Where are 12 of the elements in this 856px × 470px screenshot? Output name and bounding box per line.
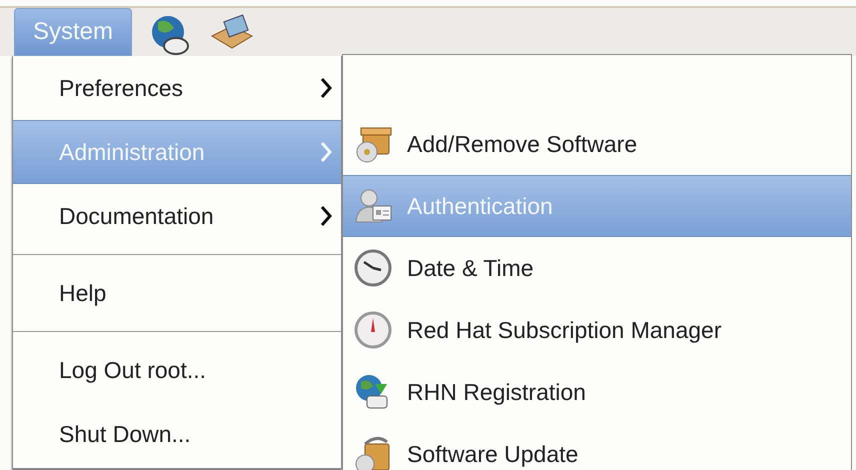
menu-item[interactable]: Documentation xyxy=(13,184,341,248)
submenu-item[interactable]: Date & Time xyxy=(343,237,851,299)
submenu-item[interactable]: Software Update xyxy=(343,423,851,470)
menu-item[interactable]: Preferences xyxy=(13,56,341,120)
menu-item[interactable]: Help xyxy=(13,261,341,325)
submenu-item[interactable]: Red Hat Subscription Manager xyxy=(343,299,851,361)
menu-item[interactable]: Log Out root... xyxy=(13,338,341,402)
submenu-item[interactable]: Add/Remove Software xyxy=(343,113,851,175)
menu-item[interactable]: Shut Down... xyxy=(13,402,341,466)
submenu-item[interactable]: RHN Registration xyxy=(343,361,851,423)
gauge-icon xyxy=(353,310,393,350)
clock-icon xyxy=(353,248,393,288)
